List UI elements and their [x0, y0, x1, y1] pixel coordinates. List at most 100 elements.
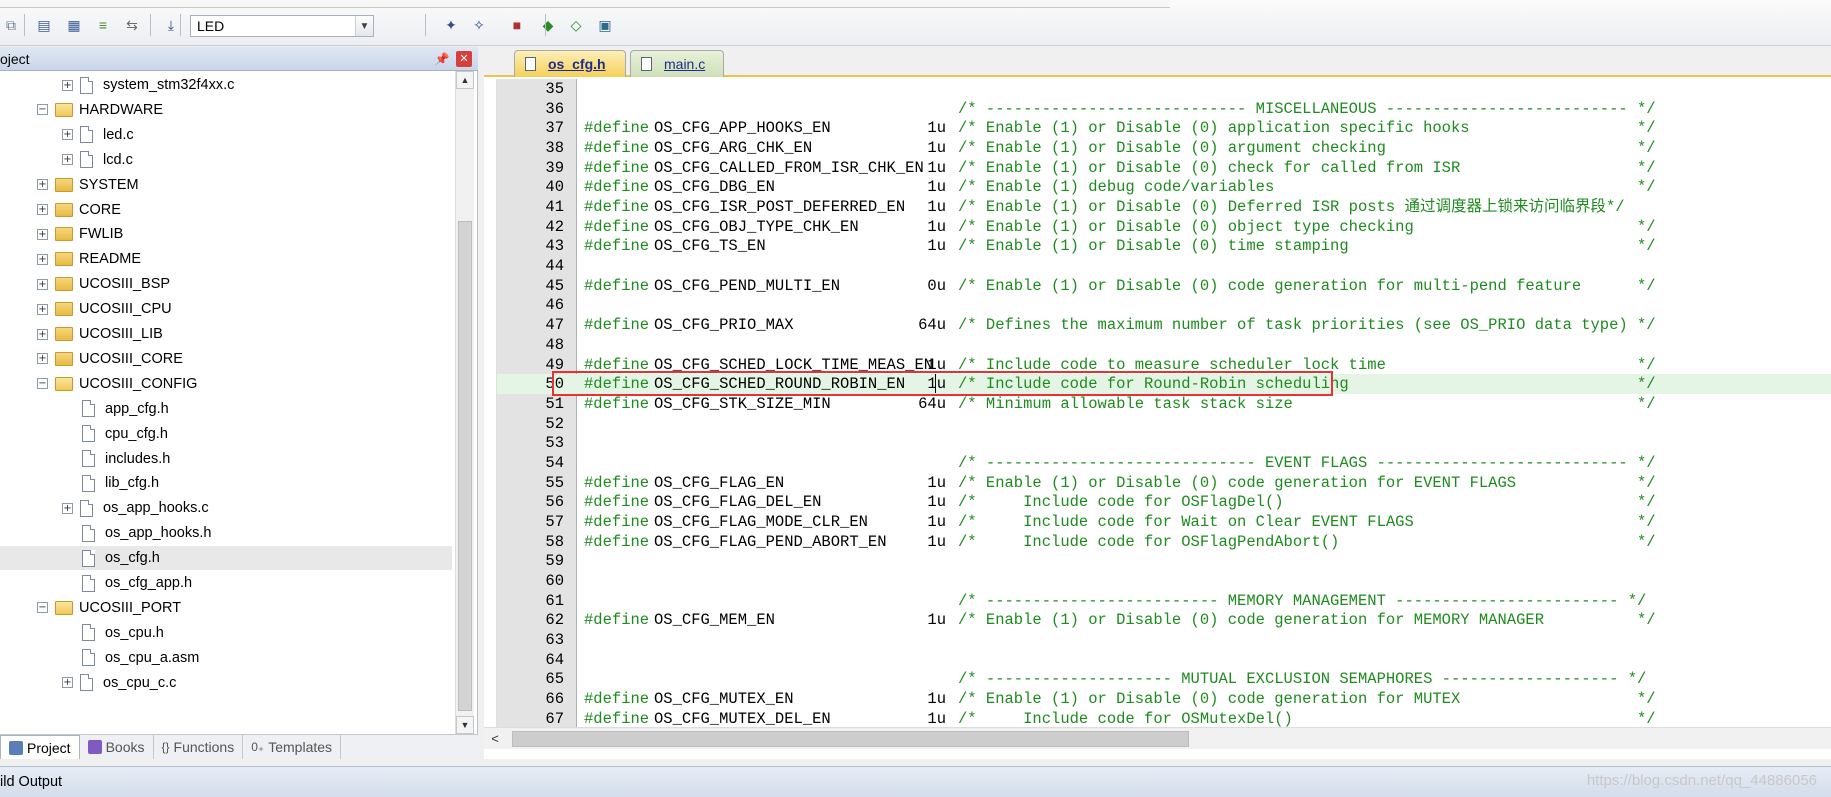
tab-functions[interactable]: {} Functions [154, 735, 244, 759]
expand-icon[interactable]: + [37, 353, 48, 365]
tree-item[interactable]: − UCOSIII_PORT [0, 596, 452, 620]
load-icon[interactable]: ⤓ [160, 14, 182, 36]
code-line[interactable]: 37 #define OS_CFG_APP_HOOKS_EN 1u /* Enable … [497, 118, 1831, 138]
code-line[interactable]: 62 #define OS_CFG_MEM_EN 1u /* Enable (1) or… [497, 610, 1831, 630]
collapse-icon[interactable]: − [37, 104, 48, 116]
code-line[interactable]: 44 [497, 256, 1831, 276]
expand-icon[interactable]: + [37, 278, 48, 290]
code-line[interactable]: 56 #define OS_CFG_FLAG_DEL_EN 1u /* Include … [497, 492, 1831, 512]
code-line[interactable]: 39 #define OS_CFG_CALLED_FROM_ISR_CHK_EN 1u… [497, 158, 1831, 178]
tab-books[interactable]: Books [80, 735, 154, 759]
scroll-down-icon[interactable]: ▼ [456, 716, 474, 734]
tree-item[interactable]: + os_app_hooks.c [0, 496, 452, 520]
tree-item[interactable]: + UCOSIII_LIB [0, 322, 452, 346]
code-line[interactable]: 36 /* ---------------------------- MISCEL… [497, 99, 1831, 119]
code-line[interactable]: 58 #define OS_CFG_FLAG_PEND_ABORT_EN 1u /* I… [497, 532, 1831, 552]
scroll-thumb[interactable] [512, 731, 1189, 747]
translate-icon[interactable]: ⇆ [121, 14, 143, 36]
scroll-left-icon[interactable]: < [486, 730, 504, 748]
code-line[interactable]: 59 [497, 551, 1831, 571]
expand-icon[interactable]: + [62, 677, 73, 689]
code-line[interactable]: 42 #define OS_CFG_OBJ_TYPE_CHK_EN 1u /* Enab… [497, 217, 1831, 237]
editor-tab[interactable]: main.c [630, 50, 724, 77]
expand-icon[interactable]: + [62, 154, 73, 166]
code-line[interactable]: 61 /* ------------------------- MEMORY MA… [497, 591, 1831, 611]
pack-installer-icon[interactable]: ◆ [537, 14, 559, 36]
build-output-bar[interactable]: ild Output [0, 766, 1831, 797]
code-area[interactable]: 35 36 /* ---------------------------- MISC… [484, 79, 1831, 727]
tree-item[interactable]: + UCOSIII_BSP [0, 272, 452, 296]
tree-item[interactable]: cpu_cfg.h [0, 422, 452, 446]
expand-icon[interactable]: + [62, 502, 73, 514]
tree-item[interactable]: − HARDWARE [0, 98, 452, 122]
expand-icon[interactable]: + [37, 253, 48, 265]
tree-item[interactable]: app_cfg.h [0, 397, 452, 421]
tree-item[interactable]: + CORE [0, 198, 452, 222]
tree-item[interactable]: + FWLIB [0, 222, 452, 246]
target-options-icon[interactable]: ✦ [440, 14, 462, 36]
code-line[interactable]: 63 [497, 630, 1831, 650]
code-line[interactable]: 38 #define OS_CFG_ARG_CHK_EN 1u /* Enable (1… [497, 138, 1831, 158]
code-line[interactable]: 57 #define OS_CFG_FLAG_MODE_CLR_EN 1u /* Inc… [497, 512, 1831, 532]
magic-wand-icon[interactable]: ✧ [468, 14, 490, 36]
scroll-up-icon[interactable]: ▲ [456, 71, 474, 89]
run-env-icon[interactable]: ▣ [594, 14, 616, 36]
tree-item[interactable]: os_cfg_app.h [0, 571, 452, 595]
expand-icon[interactable]: + [62, 129, 73, 141]
code-line[interactable]: 65 /* -------------------- MUTUAL EXCLUSI… [497, 669, 1831, 689]
tree-item[interactable]: includes.h [0, 447, 452, 471]
expand-icon[interactable]: + [37, 328, 48, 340]
tree-item[interactable]: os_cpu_a.asm [0, 646, 452, 670]
tree-item[interactable]: os_cfg.h [0, 546, 452, 571]
code-line[interactable]: 40 #define OS_CFG_DBG_EN 1u /* Enable (1) de… [497, 177, 1831, 197]
copy-icon[interactable]: ⧉ [0, 14, 22, 36]
code-line[interactable]: 47 #define OS_CFG_PRIO_MAX 64u /* Defines th… [497, 315, 1831, 335]
project-vertical-scrollbar[interactable]: ▲ ▼ [455, 71, 474, 734]
expand-icon[interactable]: + [37, 204, 48, 215]
tree-item[interactable]: + README [0, 247, 452, 271]
pin-icon[interactable]: 📌 [434, 52, 450, 66]
manage-components-icon[interactable]: ■ [506, 14, 528, 36]
code-line[interactable]: 48 [497, 335, 1831, 355]
code-line[interactable]: 64 [497, 650, 1831, 670]
tab-templates[interactable]: 0₊ Templates [243, 735, 342, 759]
expand-icon[interactable]: + [37, 179, 48, 191]
select-packs-icon[interactable]: ◇ [565, 14, 587, 36]
code-line[interactable]: 35 [497, 79, 1831, 99]
tree-item[interactable]: lib_cfg.h [0, 471, 452, 495]
tree-item[interactable]: + UCOSIII_CPU [0, 297, 452, 321]
editor-horizontal-scrollbar[interactable]: < [484, 727, 1831, 749]
code-line[interactable]: 41 #define OS_CFG_ISR_POST_DEFERRED_EN 1u /*… [497, 197, 1831, 217]
scroll-thumb[interactable] [458, 221, 472, 711]
stack-icon[interactable]: ≡ [92, 14, 114, 36]
rebuild-icon[interactable]: ▦ [63, 14, 85, 36]
expand-icon[interactable]: + [37, 228, 48, 240]
code-line[interactable]: 46 [497, 295, 1831, 315]
code-line[interactable]: 55 #define OS_CFG_FLAG_EN 1u /* Enable (1) o… [497, 473, 1831, 493]
tab-project[interactable]: Project [0, 735, 80, 759]
code-line[interactable]: 60 [497, 571, 1831, 591]
code-line[interactable]: 66 #define OS_CFG_MUTEX_EN 1u /* Enable (1) … [497, 689, 1831, 709]
close-icon[interactable]: ✕ [456, 50, 472, 67]
tree-item[interactable]: + led.c [0, 123, 452, 147]
code-line[interactable]: 53 [497, 433, 1831, 453]
expand-icon[interactable]: + [62, 79, 73, 91]
tree-item[interactable]: − UCOSIII_CONFIG [0, 372, 452, 396]
chevron-down-icon[interactable]: ▼ [355, 16, 373, 36]
tree-item[interactable]: os_app_hooks.h [0, 521, 452, 545]
expand-icon[interactable]: + [37, 303, 48, 315]
editor-tab[interactable]: os_cfg.h [514, 50, 626, 77]
tree-item[interactable]: + system_stm32f4xx.c [0, 73, 452, 97]
code-line[interactable]: 51 #define OS_CFG_STK_SIZE_MIN 64u /* Minimu… [497, 394, 1831, 414]
code-line[interactable]: 67 #define OS_CFG_MUTEX_DEL_EN 1u /* Include… [497, 709, 1831, 727]
tree-item[interactable]: + UCOSIII_CORE [0, 347, 452, 371]
code-line[interactable]: 52 [497, 414, 1831, 434]
code-line[interactable]: 43 #define OS_CFG_TS_EN 1u /* Enable (1) or … [497, 236, 1831, 256]
code-line[interactable]: 45 #define OS_CFG_PEND_MULTI_EN 0u /* Enable… [497, 276, 1831, 296]
target-select[interactable]: LED ▼ [190, 15, 374, 37]
tree-item[interactable]: os_cpu.h [0, 621, 452, 645]
tree-item[interactable]: + lcd.c [0, 148, 452, 172]
collapse-icon[interactable]: − [37, 602, 48, 614]
tree-item[interactable]: + os_cpu_c.c [0, 671, 452, 695]
collapse-icon[interactable]: − [37, 378, 48, 390]
